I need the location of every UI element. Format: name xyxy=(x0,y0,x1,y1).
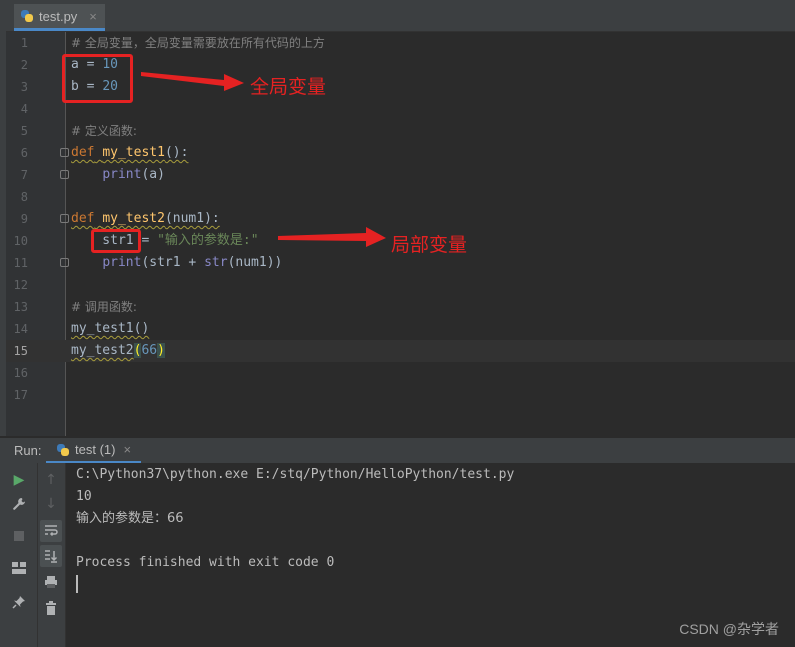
global-arrow-icon xyxy=(141,72,244,91)
ide-window: test.py × 1 # 全局变量，全局变量需要放在所有代码的上方 2 a =… xyxy=(0,0,795,647)
run-panel-title: Run: xyxy=(14,443,42,458)
console-line-output: 输入的参数是：66 xyxy=(76,511,184,526)
python-run-icon xyxy=(56,443,70,457)
run-panel-header: Run: test (1) × xyxy=(0,437,795,464)
local-arrow-icon xyxy=(278,227,386,247)
run-tab-close-icon[interactable]: × xyxy=(123,442,131,457)
scroll-to-end-icon[interactable] xyxy=(40,545,62,567)
run-icon[interactable]: ▶ xyxy=(8,469,30,491)
down-arrow-icon[interactable]: ↓ xyxy=(40,493,62,515)
up-arrow-icon[interactable]: ↑ xyxy=(40,469,62,491)
wrench-icon[interactable] xyxy=(8,493,30,515)
console-line-output: 10 xyxy=(76,489,92,504)
layout-icon[interactable] xyxy=(8,557,30,579)
global-variable-label: 全局变量 xyxy=(250,76,327,98)
trash-icon[interactable] xyxy=(40,597,62,619)
run-toolbar-primary: ▶ xyxy=(0,463,38,647)
run-tab-test[interactable]: test (1) × xyxy=(46,438,142,464)
soft-wrap-icon[interactable] xyxy=(40,520,62,542)
run-toolbar-secondary: ↑ ↓ xyxy=(38,463,66,647)
print-icon[interactable] xyxy=(40,571,62,593)
console-line-command: C:\Python37\python.exe E:/stq/Python/Hel… xyxy=(76,467,515,482)
pin-icon[interactable] xyxy=(8,591,30,613)
text-caret xyxy=(76,575,78,593)
console-line-exit: Process finished with exit code 0 xyxy=(76,555,335,570)
run-tab-label: test (1) xyxy=(75,442,116,457)
local-variable-label: 局部变量 xyxy=(391,234,468,256)
watermark: CSDN @杂学者 xyxy=(679,621,779,637)
stop-icon[interactable] xyxy=(8,525,30,547)
